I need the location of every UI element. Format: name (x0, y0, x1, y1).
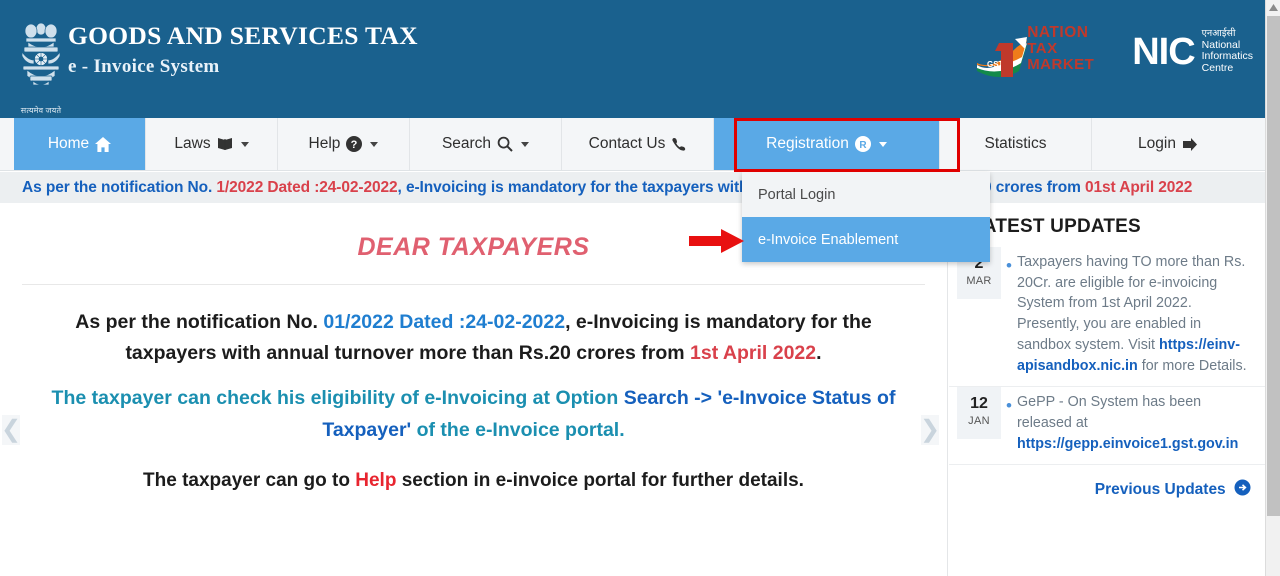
carousel-line-1: As per the notification No. 01/2022 Date… (34, 307, 913, 369)
nav-label-home: Home (47, 135, 90, 152)
marquee-text: As per the notification No. 1/2022 Dated… (0, 179, 1192, 197)
nav-item-search[interactable]: Search (410, 118, 562, 170)
carousel-body: As per the notification No. 01/2022 Date… (0, 285, 947, 492)
update-text: GePP - On System has been released at ht… (1017, 387, 1253, 464)
update-item: 12 JAN • GePP - On System has been relea… (949, 387, 1265, 466)
update-text: Taxpayers having TO more than Rs. 20Cr. … (1017, 247, 1253, 386)
carousel-prev-button[interactable]: ❮ (1, 415, 21, 445)
nic-text: एनआईसी National Informatics Centre (1201, 28, 1253, 75)
home-icon (95, 136, 112, 152)
brand-title: GOODS AND SERVICES TAX (68, 21, 418, 50)
nav-item-home[interactable]: Home (14, 118, 146, 170)
nav-item-contact-us[interactable]: Contact Us (562, 118, 714, 170)
question-icon: ? (346, 136, 363, 152)
carousel-line1-date: 1st April 2022 (690, 342, 817, 365)
dropdown-item-portal-login[interactable]: Portal Login (742, 172, 990, 217)
circle-arrow-right-icon (1234, 479, 1251, 501)
nav-label-login: Login (1138, 135, 1176, 152)
login-icon (1182, 137, 1198, 152)
bullet-icon: • (1006, 256, 1012, 275)
carousel-line-3: The taxpayer can go to Help section in e… (34, 470, 913, 492)
scroll-up-arrow-icon[interactable] (1266, 0, 1280, 15)
carousel-line3-b: section in e-invoice portal for further … (396, 469, 804, 491)
nav-item-help[interactable]: Help ? (278, 118, 410, 170)
nic-logo: NIC एनआईसी National Informatics Centre (1132, 28, 1253, 75)
marquee-notification-bar: As per the notification No. 1/2022 Dated… (0, 172, 1265, 203)
update-date-badge: 12 JAN (957, 387, 1001, 440)
register-icon: R (854, 136, 871, 152)
book-icon (217, 137, 233, 151)
ntm-wordmark: NATION TAX MARKET (1027, 24, 1095, 74)
chevron-down-icon (370, 141, 379, 147)
search-icon (497, 136, 513, 152)
previous-updates-label: Previous Updates (1094, 481, 1226, 499)
carousel-line1-c: . (816, 342, 822, 365)
latest-updates-title: LATEST UPDATES (971, 216, 1141, 237)
carousel-line1-a: As per the notification No. (75, 311, 324, 333)
carousel-line3-help: Help (355, 469, 397, 491)
carousel-line1-notification: 01/2022 Dated :24-02-2022 (323, 311, 566, 333)
nic-mark: NIC (1132, 31, 1195, 73)
chevron-down-icon (240, 141, 249, 147)
registration-dropdown-menu: Portal Login e-Invoice Enablement (742, 172, 990, 262)
one-nation-one-tax-logo: GST NATION TAX MARKET (975, 23, 1110, 81)
nav-label-help: Help (308, 135, 341, 152)
update-date-month: MAR (966, 274, 992, 287)
ntm-word-market: MARKET (1027, 56, 1095, 74)
carousel-line-2: The taxpayer can check his eligibility o… (34, 383, 913, 445)
nav-label-search: Search (441, 135, 492, 152)
phone-icon (671, 137, 686, 152)
chevron-down-icon (521, 141, 530, 147)
browser-scrollbar[interactable] (1265, 0, 1280, 576)
india-national-emblem: सत्यमेव जयते (12, 4, 70, 116)
marquee-part-4: 01st April 2022 (1084, 178, 1193, 196)
dropdown-item-einvoice-enablement[interactable]: e-Invoice Enablement (742, 217, 990, 262)
nic-line-3: Centre (1201, 62, 1234, 75)
svg-text:?: ? (351, 139, 358, 151)
brand: GOODS AND SERVICES TAX e - Invoice Syste… (68, 21, 418, 78)
ntm-word-nation: NATION (1027, 24, 1089, 41)
ntm-word-tax: TAX (1027, 40, 1058, 58)
update-date-month: JAN (968, 414, 990, 427)
nav-item-statistics[interactable]: Statistics (940, 118, 1092, 170)
marquee-part-2: 1/2022 Dated :24-02-2022 (216, 178, 398, 196)
carousel-line2-a: The taxpayer can check his eligibility o… (51, 387, 624, 410)
nav-label-laws: Laws (174, 135, 211, 152)
chevron-down-icon (878, 141, 887, 147)
page-root: सत्यमेव जयते GOODS AND SERVICES TAX e - … (0, 0, 1280, 576)
update-text-before: GePP - On System has been released at (1017, 394, 1202, 432)
latest-updates-panel: LATEST UPDATES 2 MAR • Taxpayers having … (949, 203, 1265, 576)
carousel-line2-c: of the e-Invoice portal. (411, 418, 625, 441)
main-navigation: Home Laws Help ? Search Contact Us Regis… (0, 118, 1265, 171)
update-link[interactable]: https://gepp.einvoice1.gst.gov.in (1017, 436, 1238, 452)
svg-text:R: R (859, 140, 867, 151)
update-date-day: 12 (970, 395, 988, 413)
nav-item-laws[interactable]: Laws (146, 118, 278, 170)
nav-item-login[interactable]: Login (1092, 118, 1244, 170)
nav-item-registration[interactable]: Registration R (714, 118, 940, 170)
content-area: DEAR TAXPAYERS As per the notification N… (0, 203, 1265, 576)
nav-label-statistics: Statistics (984, 135, 1047, 152)
previous-updates-link[interactable]: Previous Updates (949, 465, 1265, 501)
header-logos: GST NATION TAX MARKET NIC एनआईसी Nationa… (975, 23, 1253, 81)
update-item: 2 MAR • Taxpayers having TO more than Rs… (949, 247, 1265, 388)
update-text-after: for more Details. (1137, 357, 1247, 374)
carousel-line3-a: The taxpayer can go to (143, 469, 356, 491)
carousel-next-button[interactable]: ❯ (920, 415, 940, 445)
marquee-part-1: As per the notification No. (22, 178, 217, 196)
emblem-motto: सत्यमेव जयते (20, 106, 62, 115)
site-header: सत्यमेव जयते GOODS AND SERVICES TAX e - … (0, 0, 1265, 118)
nav-left-spacer (0, 118, 14, 170)
brand-subtitle: e - Invoice System (68, 56, 220, 78)
red-arrow-pointer (689, 229, 744, 258)
nav-label-registration: Registration (766, 135, 849, 152)
bullet-icon: • (1006, 396, 1012, 416)
scrollbar-thumb[interactable] (1267, 16, 1280, 516)
nav-label-contact-us: Contact Us (588, 135, 666, 152)
